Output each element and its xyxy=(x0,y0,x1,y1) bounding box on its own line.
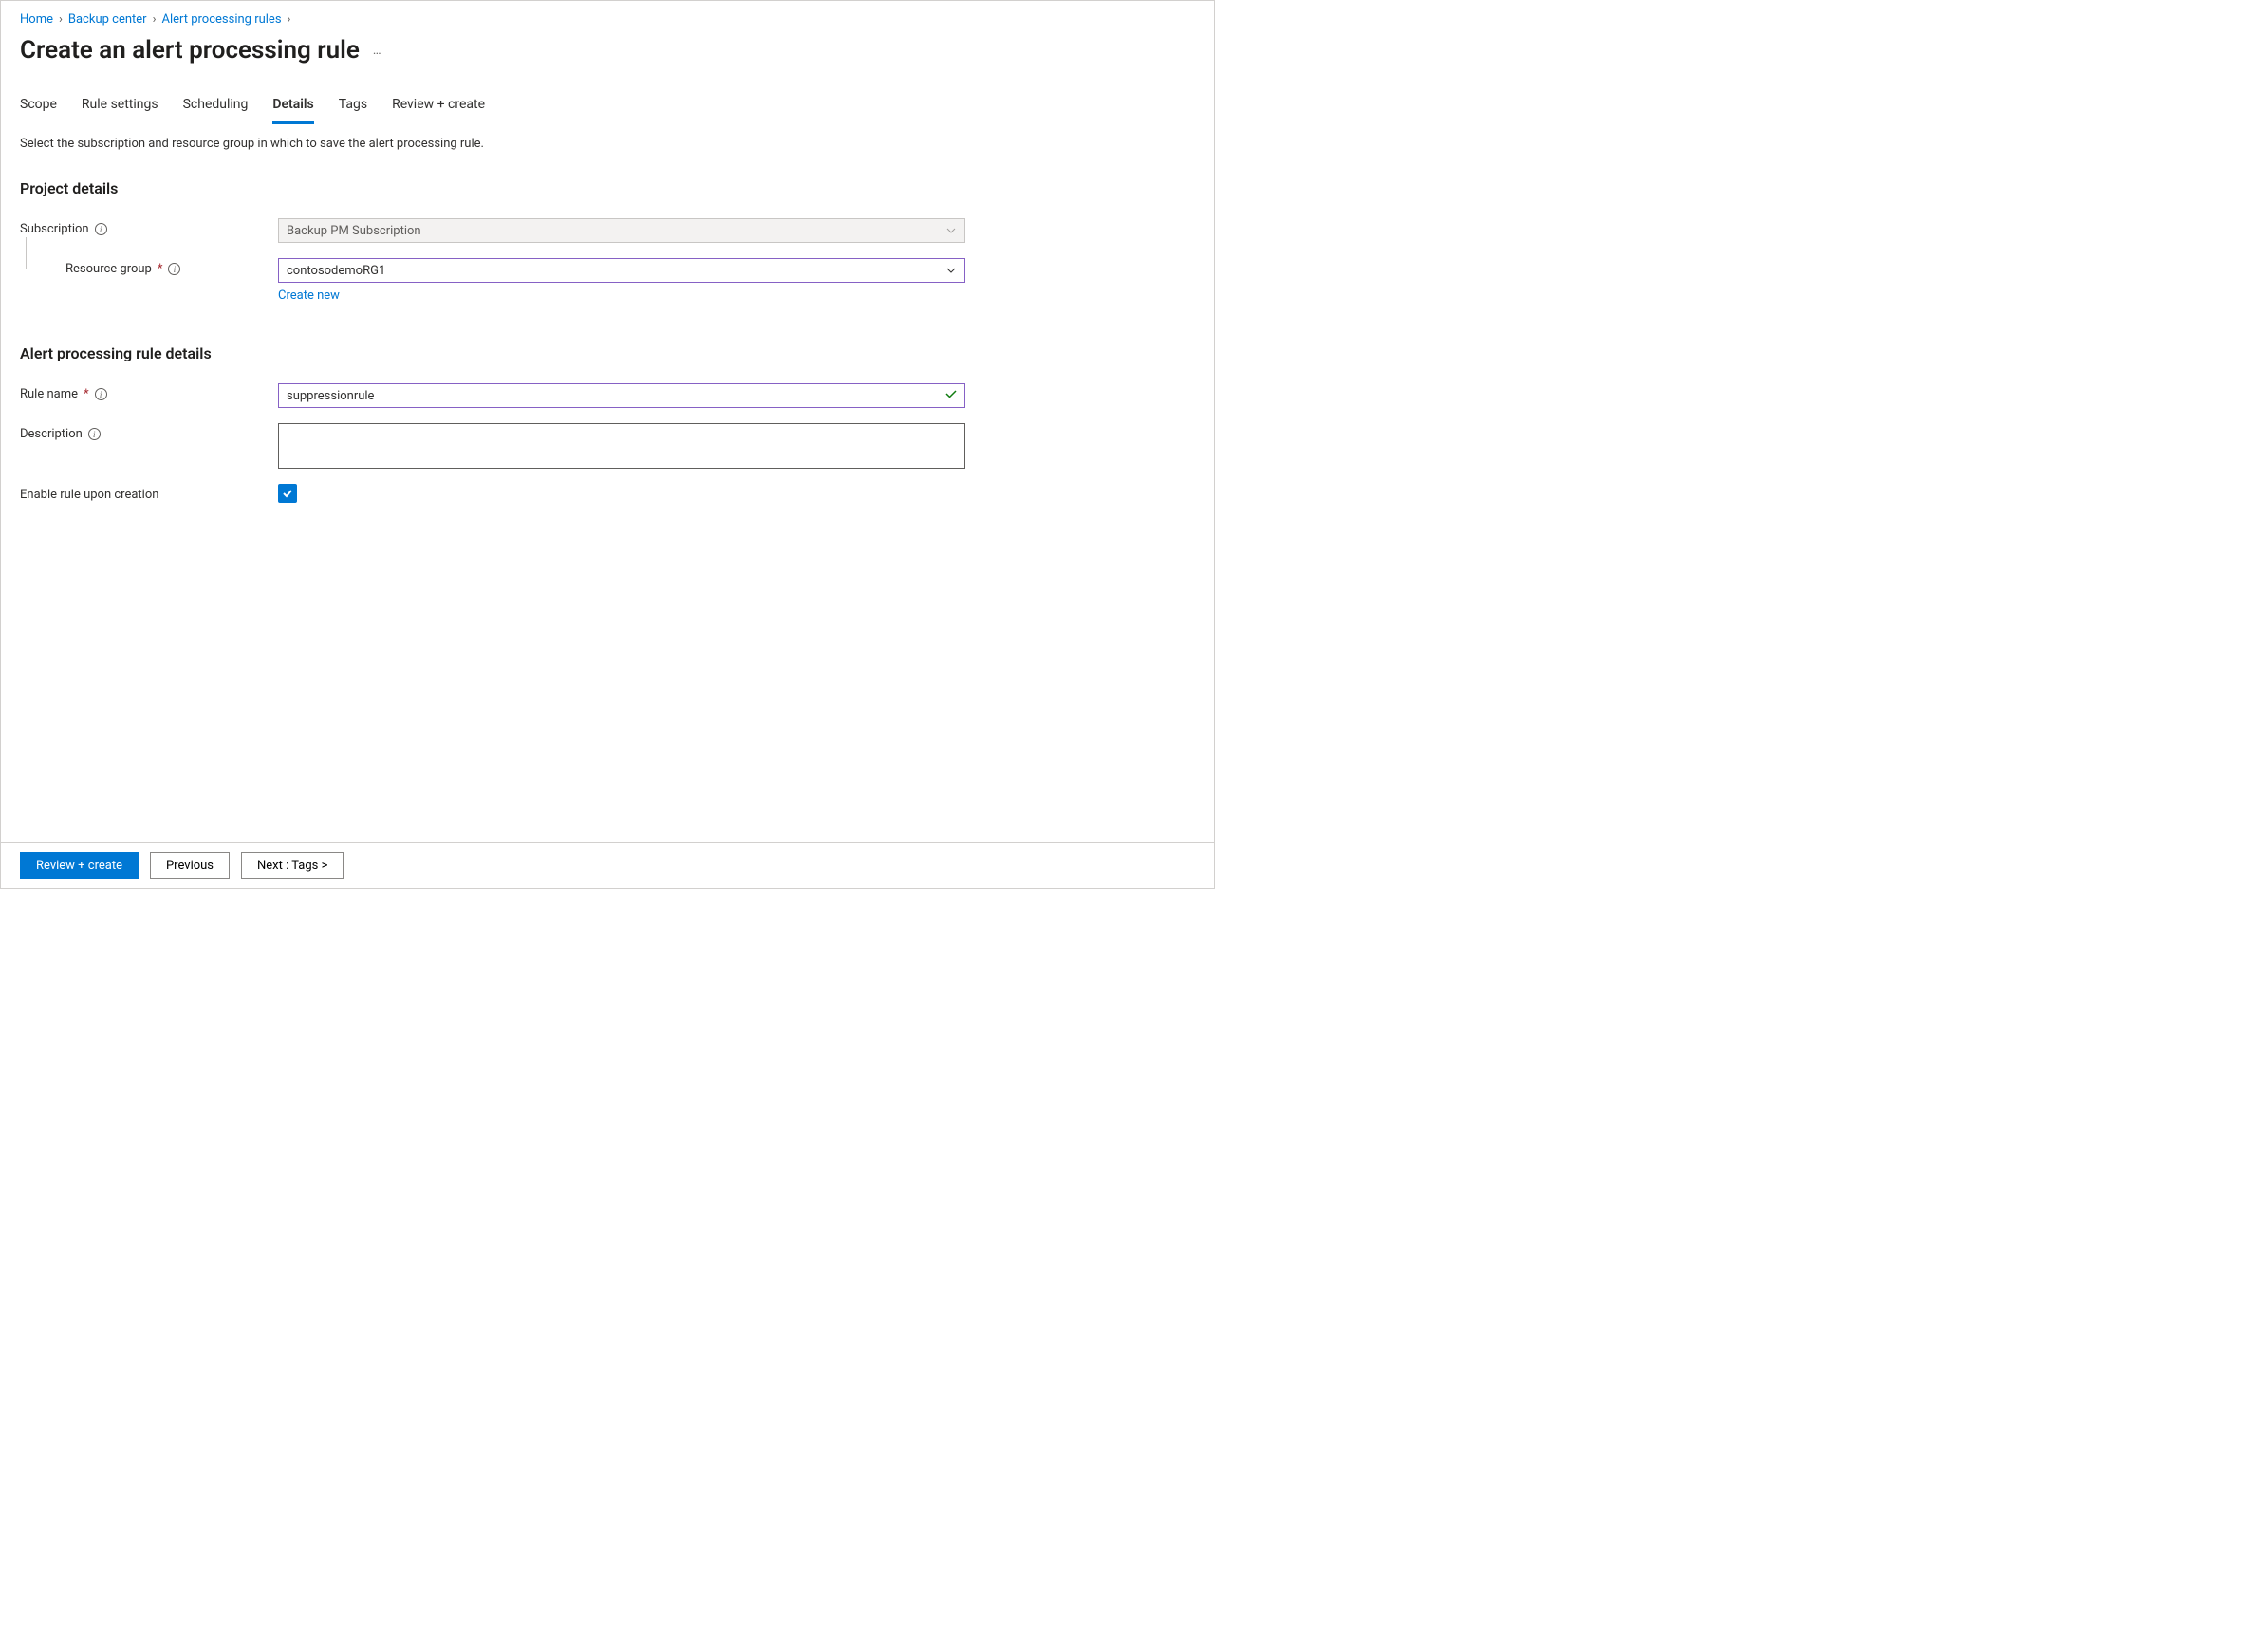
rule-name-label: Rule name xyxy=(20,387,78,401)
info-icon[interactable]: i xyxy=(168,263,180,275)
breadcrumb: Home › Backup center › Alert processing … xyxy=(20,9,1195,32)
section-rule-details: Alert processing rule details xyxy=(20,344,1195,362)
breadcrumb-backup-center[interactable]: Backup center xyxy=(68,12,147,27)
breadcrumb-home[interactable]: Home xyxy=(20,12,53,27)
page-title: Create an alert processing rule xyxy=(20,36,360,65)
enable-rule-checkbox[interactable] xyxy=(278,484,297,503)
tab-tags[interactable]: Tags xyxy=(339,91,367,124)
section-project-details: Project details xyxy=(20,179,1195,197)
breadcrumb-alert-processing-rules[interactable]: Alert processing rules xyxy=(161,12,281,27)
resource-group-select[interactable]: contosodemoRG1 xyxy=(278,258,965,283)
tree-connector-icon xyxy=(26,237,54,269)
checkmark-icon xyxy=(944,387,957,404)
rule-name-input[interactable] xyxy=(278,383,965,408)
resource-group-value: contosodemoRG1 xyxy=(287,264,385,278)
review-create-button[interactable]: Review + create xyxy=(20,852,139,879)
chevron-right-icon: › xyxy=(59,12,63,27)
tab-scheduling[interactable]: Scheduling xyxy=(183,91,249,124)
tab-details[interactable]: Details xyxy=(272,91,313,124)
footer-bar: Review + create Previous Next : Tags > xyxy=(1,842,1214,888)
required-icon: * xyxy=(84,387,89,401)
resource-group-label: Resource group xyxy=(65,262,152,276)
info-icon[interactable]: i xyxy=(95,388,107,400)
chevron-down-icon xyxy=(945,265,957,276)
tab-scope[interactable]: Scope xyxy=(20,91,57,124)
description-label: Description xyxy=(20,427,83,441)
subscription-value: Backup PM Subscription xyxy=(287,224,421,238)
required-icon: * xyxy=(158,262,163,276)
tab-bar: Scope Rule settings Scheduling Details T… xyxy=(20,91,1195,125)
info-icon[interactable]: i xyxy=(95,223,107,235)
tab-review-create[interactable]: Review + create xyxy=(392,91,485,124)
chevron-right-icon: › xyxy=(288,12,291,27)
tab-rule-settings[interactable]: Rule settings xyxy=(82,91,158,124)
enable-rule-label: Enable rule upon creation xyxy=(20,488,158,502)
previous-button[interactable]: Previous xyxy=(150,852,230,879)
helper-text: Select the subscription and resource gro… xyxy=(20,137,1195,151)
subscription-select: Backup PM Subscription xyxy=(278,218,965,243)
chevron-right-icon: › xyxy=(153,12,157,27)
info-icon[interactable]: i xyxy=(88,428,101,440)
subscription-label: Subscription xyxy=(20,222,89,236)
description-input[interactable] xyxy=(278,423,965,469)
more-icon[interactable]: … xyxy=(373,44,382,58)
create-new-link[interactable]: Create new xyxy=(278,288,340,303)
checkmark-icon xyxy=(281,487,294,500)
next-tags-button[interactable]: Next : Tags > xyxy=(241,852,344,879)
chevron-down-icon xyxy=(945,225,957,236)
